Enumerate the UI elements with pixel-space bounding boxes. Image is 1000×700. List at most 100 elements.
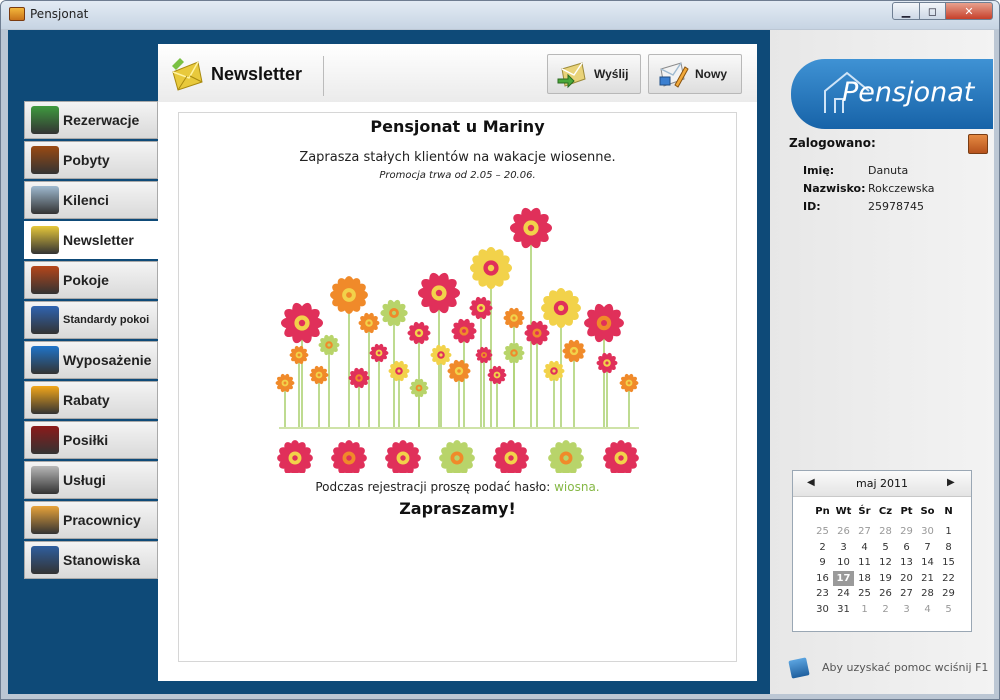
calendar-day[interactable]: 26 xyxy=(875,586,896,602)
calendar-day[interactable]: 1 xyxy=(854,602,875,618)
main-content: Newsletter Wyślij Nowy Pensjonat u Marin… xyxy=(158,44,757,681)
maximize-button[interactable]: ◻ xyxy=(919,2,946,20)
flower xyxy=(275,373,295,393)
calendar-day[interactable]: 23 xyxy=(812,586,833,602)
calendar-day[interactable]: 22 xyxy=(938,571,959,587)
sidebar-item-8[interactable]: Rabaty xyxy=(24,381,158,419)
id-label: ID: xyxy=(803,200,821,213)
hint-text: Podczas rejestracji proszę podać hasło: xyxy=(315,480,555,494)
calendar-day[interactable]: 16 xyxy=(812,571,833,587)
calendar-weekdays: Pn Wt Śr Cz Pt So N xyxy=(812,504,959,520)
calendar-day[interactable]: 8 xyxy=(938,540,959,556)
flower xyxy=(331,440,367,473)
sidebar-item-label: Posiłki xyxy=(63,432,109,448)
calendar-day[interactable]: 3 xyxy=(833,540,854,556)
calendar-day[interactable]: 5 xyxy=(938,602,959,618)
newsletter-hint: Podczas rejestracji proszę podać hasło: … xyxy=(179,480,736,494)
calendar-day[interactable]: 4 xyxy=(854,540,875,556)
logout-icon[interactable] xyxy=(968,134,988,154)
sidebar-item-label: Rabaty xyxy=(63,392,110,408)
calendar-day[interactable]: 28 xyxy=(875,524,896,540)
calendar-day[interactable]: 25 xyxy=(854,586,875,602)
calendar-day[interactable]: 30 xyxy=(812,602,833,618)
new-mail-icon xyxy=(659,62,689,88)
help-hint: Aby uzyskać pomoc wciśnij F1 xyxy=(822,661,989,674)
calendar-day[interactable]: 26 xyxy=(833,524,854,540)
send-mail-icon xyxy=(557,62,586,89)
sidebar-item-7[interactable]: Wyposażenie xyxy=(24,341,158,379)
calendar-day[interactable]: 31 xyxy=(833,602,854,618)
calendar-day[interactable]: 27 xyxy=(896,586,917,602)
person-icon xyxy=(31,186,59,214)
envelope-icon xyxy=(172,58,203,91)
calendar-day[interactable]: 4 xyxy=(917,602,938,618)
calendar-day[interactable]: 24 xyxy=(833,586,854,602)
title-bar[interactable]: Pensjonat ▁ ◻ ✕ xyxy=(1,1,999,29)
close-button[interactable]: ✕ xyxy=(945,2,993,20)
sidebar-item-9[interactable]: Posiłki xyxy=(24,421,158,459)
flower xyxy=(385,440,421,473)
calendar-day[interactable]: 15 xyxy=(938,555,959,571)
page-title: Newsletter xyxy=(211,64,303,84)
calendar-header: ◀ maj 2011 ▶ xyxy=(793,471,971,497)
first-name-value: Danuta xyxy=(868,164,909,177)
calendar-day[interactable]: 29 xyxy=(938,586,959,602)
sidebar-item-10[interactable]: Usługi xyxy=(24,461,158,499)
newsletter-closing: Zapraszamy! xyxy=(399,499,516,518)
calendar-day[interactable]: 29 xyxy=(896,524,917,540)
calendar-day[interactable]: 2 xyxy=(875,602,896,618)
calendar-day[interactable]: 1 xyxy=(938,524,959,540)
sidebar-item-11[interactable]: Pracownicy xyxy=(24,501,158,539)
calendar-day[interactable]: 2 xyxy=(812,540,833,556)
flower xyxy=(407,321,431,345)
calendar-day[interactable]: 18 xyxy=(854,571,875,587)
calendar-day[interactable]: 19 xyxy=(875,571,896,587)
send-button-label: Wyślij xyxy=(594,67,629,81)
minimize-button[interactable]: ▁ xyxy=(892,2,920,20)
calendar-day[interactable]: 10 xyxy=(833,555,854,571)
send-button[interactable]: Wyślij xyxy=(547,54,641,94)
new-button[interactable]: Nowy xyxy=(648,54,742,94)
sidebar-item-6[interactable]: Standardy pokoi xyxy=(24,301,158,339)
sidebar-item-3[interactable]: Kilenci xyxy=(24,181,158,219)
calendar-day[interactable]: 7 xyxy=(917,540,938,556)
calendar-day[interactable]: 27 xyxy=(854,524,875,540)
calendar-day[interactable]: 3 xyxy=(896,602,917,618)
calendar-day[interactable]: 6 xyxy=(896,540,917,556)
weekday-label: Cz xyxy=(878,506,893,517)
flower xyxy=(430,344,452,366)
flower xyxy=(439,440,475,473)
envelope-icon xyxy=(31,226,59,254)
calendar-day[interactable]: 9 xyxy=(812,555,833,571)
room-standard-icon xyxy=(31,306,59,334)
calendar-next-button[interactable]: ▶ xyxy=(947,477,955,488)
weekday-label: Śr xyxy=(858,506,871,517)
calendar-day[interactable]: 17 xyxy=(833,570,854,586)
calendar-day[interactable]: 28 xyxy=(917,586,938,602)
calendar-day[interactable]: 5 xyxy=(875,540,896,556)
calendar-day[interactable]: 30 xyxy=(917,524,938,540)
flowers-illustration xyxy=(275,207,639,473)
calendar-grid: 25 26 27 28 29 30 1 2 3 4 5 6 7 8 9 10 11 12 13 14 15 16 17 18 1… xyxy=(812,524,959,617)
flower xyxy=(289,345,309,365)
flower xyxy=(503,307,525,329)
briefcase-icon xyxy=(31,546,59,574)
calendar-day[interactable]: 12 xyxy=(875,555,896,571)
logged-in-label: Zalogowano: xyxy=(789,136,876,150)
sidebar-item-1[interactable]: Rezerwacje xyxy=(24,101,158,139)
sidebar-item-12[interactable]: Stanowiska xyxy=(24,541,158,579)
calendar-day[interactable]: 20 xyxy=(896,571,917,587)
sidebar-item-2[interactable]: Pobyty xyxy=(24,141,158,179)
calendar-day[interactable]: 11 xyxy=(854,555,875,571)
calendar-day[interactable]: 13 xyxy=(896,555,917,571)
calendar-day[interactable]: 14 xyxy=(917,555,938,571)
calendar-day[interactable]: 25 xyxy=(812,524,833,540)
sidebar-item-4[interactable]: Newsletter xyxy=(24,221,164,259)
sidebar-item-5[interactable]: Pokoje xyxy=(24,261,158,299)
calendar-month-title[interactable]: maj 2011 xyxy=(793,477,971,490)
sidebar-item-label: Kilenci xyxy=(63,192,109,208)
flower xyxy=(603,440,639,473)
calendar-day[interactable]: 21 xyxy=(917,571,938,587)
weekday-label: Pt xyxy=(900,506,913,517)
clock-icon xyxy=(31,466,59,494)
